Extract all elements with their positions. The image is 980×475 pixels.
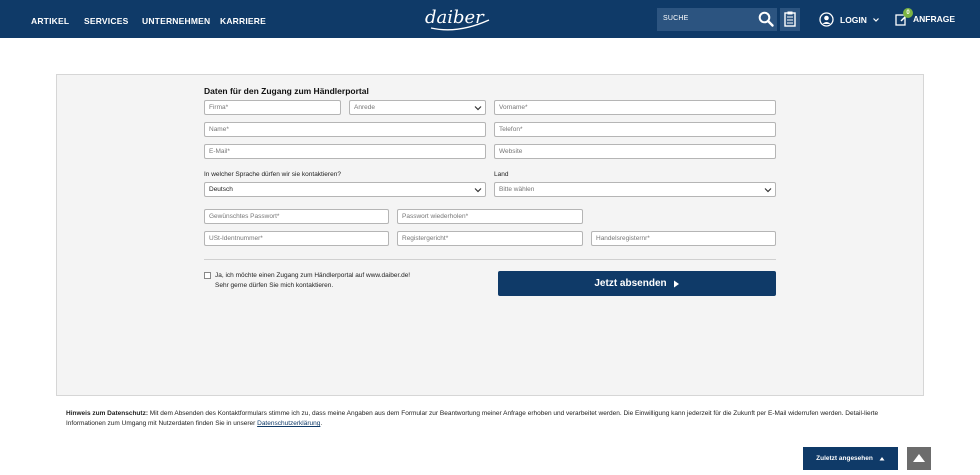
search-input[interactable]: SUCHE (663, 15, 689, 22)
submit-button[interactable]: Jetzt absenden (498, 271, 776, 296)
consent-checkbox[interactable] (204, 272, 211, 279)
vat-id-field[interactable]: USt-Identnummer* (204, 231, 389, 246)
email-field[interactable]: E-Mail* (204, 144, 486, 159)
password-repeat-field[interactable]: Passwort wiederholen* (397, 209, 583, 224)
caret-up-icon (879, 457, 885, 461)
privacy-notice: Hinweis zum Datenschutz: Mit dem Absende… (66, 410, 879, 427)
consent-text: Ja, ich möchte einen Zugang zum Händlerp… (215, 272, 411, 289)
request-count-badge: 0 (903, 8, 913, 18)
form-divider (204, 259, 776, 260)
recently-viewed-button[interactable]: Zuletzt angesehen (803, 447, 898, 470)
privacy-text: Mit dem Absenden des Kontaktformulars st… (66, 410, 879, 427)
nav-karriere[interactable]: KARRIERE (220, 16, 266, 26)
chevron-down-icon (474, 106, 482, 111)
register-number-field[interactable]: Handelsregisternr* (591, 231, 776, 246)
arrow-up-icon (913, 454, 925, 462)
name-field[interactable]: Name* (204, 122, 486, 137)
chevron-down-icon (872, 17, 879, 22)
language-select[interactable]: Deutsch (204, 182, 486, 197)
daiber-logo[interactable]: daiber (423, 4, 493, 34)
clipboard-icon[interactable] (780, 8, 800, 31)
nav-unternehmen[interactable]: UNTERNEHMEN (142, 16, 210, 26)
country-select[interactable]: Bitte wählen (494, 182, 776, 197)
nav-artikel[interactable]: ARTIKEL (31, 16, 69, 26)
chevron-down-icon (764, 188, 772, 193)
search-icon[interactable] (757, 10, 775, 28)
phone-field[interactable]: Telefon* (494, 122, 776, 137)
submit-label: Jetzt absenden (594, 278, 667, 289)
website-field[interactable]: Website (494, 144, 776, 159)
chevron-down-icon (474, 188, 482, 193)
salutation-select[interactable]: Anrede (349, 100, 486, 115)
privacy-heading: Hinweis zum Datenschutz: (66, 410, 148, 417)
user-icon (819, 12, 834, 27)
country-label: Land (494, 171, 509, 178)
play-arrow-icon (673, 280, 679, 287)
firstname-field[interactable]: Vorname* (494, 100, 776, 115)
nav-services[interactable]: SERVICES (84, 16, 128, 26)
search-box[interactable]: SUCHE (657, 8, 777, 31)
login-menu[interactable]: LOGIN (819, 12, 880, 27)
password-field[interactable]: Gewünschtes Passwort* (204, 209, 389, 224)
company-field[interactable]: Firma* (204, 100, 341, 115)
language-label: In welcher Sprache dürfen wir sie kontak… (204, 171, 341, 178)
scroll-to-top-button[interactable] (907, 447, 931, 470)
login-label: LOGIN (840, 14, 867, 25)
register-court-field[interactable]: Registergericht* (397, 231, 583, 246)
request-label: ANFRAGE (913, 14, 956, 24)
privacy-policy-link[interactable]: Datenschutzerklärung (257, 420, 320, 427)
recently-viewed-label: Zuletzt angesehen (816, 455, 873, 462)
form-title: Daten für den Zugang zum Händlerportal (204, 86, 369, 96)
